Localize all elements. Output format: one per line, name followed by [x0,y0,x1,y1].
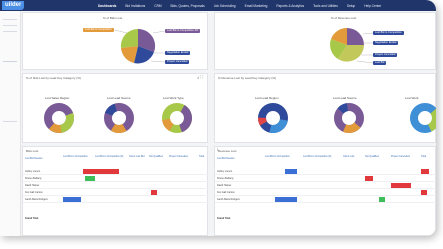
data-bar [151,190,157,195]
nav-email-marketing[interactable]: Email Marketing [245,4,268,8]
main-nav: Dashboards Bid Invitations CRM Bids, Quo… [98,0,381,11]
data-bar [391,183,411,188]
sidebar-item[interactable] [3,31,17,32]
table-row[interactable]: Jacob Marie Rodgers [23,197,209,203]
panel-revenue-lost-pie: % of Revenue Lost Lost Bid to Competitio… [214,12,436,70]
table-row[interactable]: Kirsten Bellamy [23,176,209,182]
row-label: Jacob Marie Rodgers [25,198,48,201]
nav-tools-utilities[interactable]: Tools and Utilities [313,4,338,8]
app-logo[interactable]: uilder [2,1,25,10]
nav-bid-invitations[interactable]: Bid Invitations [125,4,145,8]
data-bar [421,190,427,195]
panel-bids-lost-pie: % of Bids Lost Lost Bid to Competition L… [22,12,208,70]
nav-crm[interactable]: CRM [154,4,161,8]
pie-callout: Lost Bid [373,61,387,65]
panel-title: Bids Lost [26,149,39,153]
table-total-row: Grand Total [217,217,231,220]
table-header[interactable]: Project Cancelled [169,155,188,158]
table-header[interactable]: Not Qualified [365,155,379,158]
row-label: Ken Galt Carson [217,191,235,194]
table-row[interactable]: Ashley Lucero [23,169,209,175]
pie-callout: Lost Bid to Competition [373,31,404,35]
table-header[interactable]: Lost Bid to Competition (#) [303,155,331,158]
sidebar [0,11,21,236]
table-header[interactable]: Client Lost Bid [129,155,144,158]
data-bar [285,169,297,174]
sidebar-item[interactable] [3,25,17,26]
data-bar [365,176,373,181]
donut-chart[interactable] [44,103,74,133]
table-total-row: Grand Total [25,217,39,220]
table-row[interactable]: Jacob Marie Rodgers [215,197,436,203]
sidebar-item[interactable] [3,19,17,20]
table-row[interactable]: Ashley Lucero [215,169,436,175]
table-row[interactable]: David Haines [23,183,209,189]
data-bar [85,176,95,181]
panel-revenue-lost-table: Revenue Lost ⤓ Lost Bid Reason Lost Bid … [214,146,436,236]
donut-charts [44,103,192,133]
nav-job-scheduling[interactable]: Job Scheduling [214,4,236,8]
row-label: Kirsten Bellamy [217,177,234,180]
panel-bids-lost-table: Bids Lost Lost Bid Reason Lost Bid to Co… [22,146,209,236]
table-row[interactable]: Ken Galt Carson [23,190,209,196]
table-header[interactable]: Lost Bid Reason [217,157,235,160]
nav-setup[interactable]: Setup [347,4,355,8]
table-header[interactable]: Lost Bid to Competition [265,155,290,158]
table-header[interactable]: Total [421,155,426,158]
export-icon[interactable]: ⤓ [217,146,219,151]
data-bar [421,169,429,174]
row-label: Ashley Lucero [25,170,41,173]
donut-charts [258,103,436,134]
top-navigation-bar: uilder Dashboards Bid Invitations CRM Bi… [0,0,436,11]
donut-chart[interactable] [334,103,365,134]
row-label: David Haines [217,184,232,187]
data-bar [379,197,385,202]
panel-bids-lost-by-category: % of bids Lost by Lead Key Category (%) … [22,73,208,143]
pie-chart [330,27,374,64]
table-header[interactable]: Project Cancelled [391,155,410,158]
panel-revenue-lost-by-category: % Revenue Lost by Lead Key Category (%) … [214,73,436,143]
nav-dashboards[interactable]: Dashboards [98,4,116,8]
pie-callout: Lost Bid to Competition [83,28,114,32]
nav-bids-quotes-proposals[interactable]: Bids, Quotes, Proposals [171,4,205,8]
panel-toolbar: ⤓ [217,146,219,151]
nav-reports-analytics[interactable]: Reports & Analytics [276,4,304,8]
table-header[interactable]: Lost Bid to Competition (#) [95,155,123,158]
data-bar [275,197,297,202]
row-label: Jacob Marie Rodgers [217,198,240,201]
table-row[interactable]: David Haines [215,183,436,189]
data-table: Lost Bid Reason Lost Bid to Competition … [215,155,436,235]
row-label: David Haines [25,184,40,187]
table-row[interactable]: Kirsten Bellamy [215,176,436,182]
sidebar-item[interactable] [3,121,17,122]
pie-callout: Project Cancelled [373,53,398,57]
row-label: Ken Galt Carson [25,191,43,194]
row-label: Ashley Lucero [217,170,233,173]
sidebar-item[interactable] [3,61,17,62]
table-header[interactable]: Not Qualified [149,155,163,158]
pie-callout: Negotiation Ended [373,41,399,45]
donut-chart[interactable] [258,103,288,133]
pie-callout: Project Cancelled [165,60,190,64]
panel-title: Revenue Lost [218,149,237,153]
donut-chart[interactable] [410,103,436,134]
table-header[interactable]: Lost Bid Reason [25,157,43,160]
nav-help-center[interactable]: Help Center [364,4,381,8]
app-window: uilder Dashboards Bid Invitations CRM Bi… [0,0,436,236]
table-header[interactable]: Client Lost [343,155,354,158]
pie-callout: Negotiation Ended [165,51,191,55]
data-bar [63,197,81,202]
table-header[interactable]: Total [199,155,204,158]
row-label: Kirsten Bellamy [25,177,42,180]
table-header[interactable]: Lost Bid to Competition [63,155,88,158]
data-table: Lost Bid Reason Lost Bid to Competition … [23,155,209,235]
data-bar [83,169,119,174]
table-row[interactable]: Ken Galt Carson [215,190,436,196]
pie-slice[interactable] [347,28,364,45]
pie-slice[interactable] [120,28,138,48]
donut-chart[interactable] [104,103,134,133]
pie-callout: Lost Bid to Competition 4% [165,29,201,33]
donut-chart[interactable] [162,103,192,133]
